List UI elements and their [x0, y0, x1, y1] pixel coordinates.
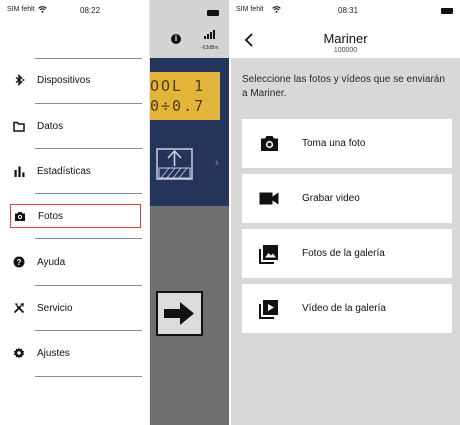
battery-icon	[441, 8, 453, 14]
help-icon: ?	[11, 254, 27, 270]
instructions-text: Seleccione las fotos y vídeos que se env…	[242, 74, 445, 99]
folder-icon	[11, 118, 27, 134]
menu-item-fotos[interactable]: Fotos	[10, 204, 141, 228]
divider	[35, 238, 142, 239]
menu-item-datos[interactable]: Datos	[10, 114, 141, 138]
tools-icon	[11, 300, 27, 316]
divider	[35, 330, 142, 331]
video-library-icon	[258, 298, 280, 320]
left-screen: i -63dBm OOL 1 0÷0.7 › SIM fehlt 08:22 D…	[0, 0, 229, 425]
menu-item-label: Servicio	[37, 302, 73, 314]
status-time: 08:22	[80, 6, 101, 15]
menu-item-label: Fotos	[38, 210, 64, 222]
page-title: Mariner	[323, 31, 368, 46]
chevron-right-icon: ›	[215, 157, 219, 169]
menu-item-ayuda[interactable]: ? Ayuda	[10, 250, 141, 274]
camera-icon	[258, 133, 280, 155]
signal-dbm-label: -63dBm	[201, 45, 219, 51]
menu-item-label: Dispositivos	[37, 74, 91, 86]
wifi-icon	[272, 6, 281, 13]
menu-item-label: Estadísticas	[37, 165, 91, 177]
photo-library-icon	[258, 243, 280, 265]
divider	[35, 376, 142, 377]
option-label: Fotos de la galería	[302, 248, 385, 259]
lcd-display: OOL 1 0÷0.7	[150, 72, 220, 120]
page-subtitle: 100000	[333, 47, 358, 54]
divider	[35, 103, 142, 104]
option-label: Vídeo de la galería	[302, 303, 386, 314]
background-app: i -63dBm OOL 1 0÷0.7 ›	[150, 0, 229, 425]
wifi-icon	[38, 6, 47, 13]
bluetooth-icon	[11, 72, 27, 88]
video-camera-icon	[258, 188, 280, 210]
upload-tank-icon[interactable]	[156, 146, 193, 180]
option-label: Grabar video	[302, 193, 360, 204]
header-bar: SIM fehlt 08:31 Mariner 100000	[231, 0, 460, 58]
camera-icon	[12, 208, 28, 224]
divider	[35, 58, 142, 59]
svg-text:?: ?	[17, 258, 22, 267]
right-screen: SIM fehlt 08:31 Mariner 100000 Seleccion…	[231, 0, 460, 425]
info-icon[interactable]: i	[171, 34, 181, 44]
divider	[35, 193, 142, 194]
signal-strength-icon	[204, 30, 215, 39]
status-carrier: SIM fehlt	[7, 6, 35, 13]
lcd-line-1: OOL 1	[150, 77, 206, 95]
take-photo-button[interactable]: Toma una foto	[242, 119, 452, 168]
divider	[35, 285, 142, 286]
gallery-video-button[interactable]: Vídeo de la galería	[242, 284, 452, 333]
menu-item-dispositivos[interactable]: Dispositivos	[10, 68, 141, 92]
next-arrow-button[interactable]	[156, 291, 203, 336]
menu-item-estadisticas[interactable]: Estadísticas	[10, 159, 141, 183]
navigation-drawer: SIM fehlt 08:22 Dispositivos Datos Estad…	[0, 0, 150, 425]
option-label: Toma una foto	[302, 138, 366, 149]
status-carrier: SIM fehlt	[236, 6, 264, 13]
menu-item-label: Ayuda	[37, 256, 66, 268]
bar-chart-icon	[11, 163, 27, 179]
gallery-photos-button[interactable]: Fotos de la galería	[242, 229, 452, 278]
settings-icon	[11, 345, 27, 361]
lcd-line-2: 0÷0.7	[150, 97, 206, 115]
menu-item-servicio[interactable]: Servicio	[10, 296, 141, 320]
menu-item-ajustes[interactable]: Ajustes	[10, 341, 141, 365]
menu-item-label: Datos	[37, 120, 64, 132]
menu-item-label: Ajustes	[37, 347, 70, 359]
status-time: 08:31	[338, 6, 359, 15]
battery-icon	[207, 10, 219, 16]
arrow-right-icon	[164, 302, 194, 325]
record-video-button[interactable]: Grabar video	[242, 174, 452, 223]
divider	[35, 148, 142, 149]
